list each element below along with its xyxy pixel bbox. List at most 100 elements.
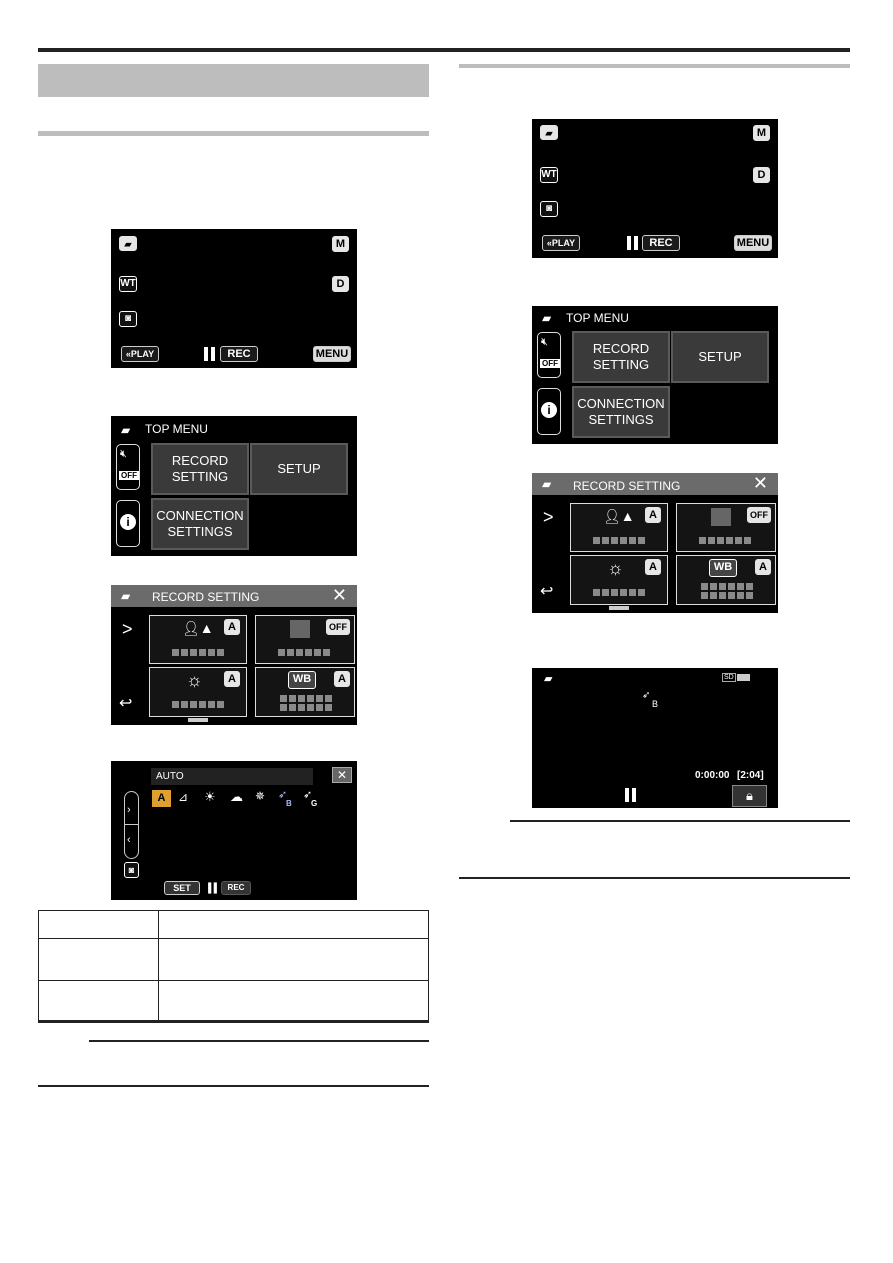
video-mode-icon[interactable]: ▰ [119, 236, 137, 251]
next-page-button[interactable]: > [122, 619, 133, 640]
off-badge: OFF [119, 471, 139, 480]
backlight-tile[interactable]: OFF [255, 615, 355, 664]
camera-live-screen: ▰ M WT D ◙ «PLAY REC MENU [111, 229, 357, 368]
label-placeholder [280, 695, 338, 711]
sd-card-icon: SD [722, 673, 736, 682]
backlight-icon [290, 620, 310, 638]
wb-auto-option[interactable]: A [152, 790, 171, 807]
silent-mode-toggle[interactable]: 🔇︎ OFF [116, 444, 140, 490]
camera-icon[interactable]: ◙ [124, 862, 139, 878]
white-balance-tile[interactable]: WB A [676, 555, 776, 605]
rec-button[interactable]: REC [221, 881, 251, 895]
setup-tile[interactable]: SETUP [671, 331, 769, 383]
sunshine-icon[interactable]: ☀ [204, 789, 216, 805]
auto-badge: A [755, 559, 771, 575]
video-mode-icon: ▰ [544, 673, 553, 685]
next-page-button[interactable]: > [543, 507, 554, 528]
camera-icon[interactable]: ◙ [119, 311, 137, 327]
table-cell [158, 910, 429, 939]
camera-icon[interactable]: ◙ [540, 201, 558, 217]
info-button[interactable]: i [537, 388, 561, 435]
record-setting-tile[interactable]: RECORD SETTING [572, 331, 670, 383]
display-button[interactable]: D [753, 167, 770, 183]
recording-screen: ▰ ➶ B SD 0:00:00 [2:04] 🔒︎ [532, 668, 778, 808]
brightness-icon: ☼ [607, 558, 624, 578]
close-icon[interactable]: ✕ [753, 473, 768, 494]
close-icon[interactable]: ✕ [332, 585, 347, 606]
scene-select-tile[interactable]: 👤︎▲ A [149, 615, 247, 664]
scene-icon: 👤︎▲ [603, 508, 635, 524]
white-balance-screen: AUTO ✕ A ⊿ ☀ ☁ ✵ ➶ B ➶ G › ‹ ◙ SET REC [111, 761, 357, 900]
record-setting-title: RECORD SETTING [573, 479, 681, 493]
cloud-icon[interactable]: ☁ [230, 789, 243, 805]
page-indicator [188, 718, 208, 722]
scene-icon: 👤︎▲ [182, 620, 214, 636]
setup-tile[interactable]: SETUP [250, 443, 348, 495]
memo-top-rule [89, 1040, 429, 1042]
set-button[interactable]: SET [164, 881, 200, 895]
wb-icon: WB [709, 559, 737, 577]
video-camera-icon: ▰ [542, 311, 552, 325]
play-button[interactable]: «PLAY [121, 346, 159, 362]
scroll-right-button[interactable]: › [127, 804, 131, 816]
wt-button[interactable]: WT [119, 276, 137, 292]
halogen-icon[interactable]: ✵ [255, 789, 265, 803]
manual-mode-button[interactable]: M [332, 236, 349, 252]
connection-settings-tile[interactable]: CONNECTION SETTINGS [151, 498, 249, 550]
camera-live-screen: ▰ M WT D ◙ «PLAY REC MENU [532, 119, 778, 258]
top-menu-title: TOP MENU [566, 311, 629, 325]
table-cell [158, 938, 429, 981]
backlight-icon [711, 508, 731, 526]
back-button[interactable]: ↩ [540, 581, 553, 601]
memo-top-rule [510, 820, 850, 822]
label-placeholder [278, 649, 330, 656]
brightness-tile[interactable]: ☼ A [570, 555, 668, 605]
rec-button[interactable]: REC [220, 346, 258, 362]
info-icon: i [120, 514, 136, 530]
video-camera-icon: ▰ [542, 477, 552, 491]
connection-settings-tile[interactable]: CONNECTION SETTINGS [572, 386, 670, 438]
rec-button[interactable]: REC [642, 235, 680, 251]
scene-select-tile[interactable]: 👤︎▲ A [570, 503, 668, 552]
wb-indicator-label: B [652, 699, 659, 709]
display-button[interactable]: D [332, 276, 349, 292]
close-button[interactable]: ✕ [332, 767, 352, 783]
fluorescent-icon[interactable]: ⊿ [178, 790, 188, 804]
marine-blue-icon: ➶ [642, 690, 651, 701]
back-button[interactable]: ↩ [119, 693, 132, 713]
menu-button[interactable]: MENU [734, 235, 772, 251]
info-button[interactable]: i [116, 500, 140, 547]
manual-mode-button[interactable]: M [753, 125, 770, 141]
video-camera-icon: ▰ [121, 423, 131, 437]
options-table [38, 910, 429, 1023]
silent-mode-toggle[interactable]: 🔇︎ OFF [537, 332, 561, 378]
video-mode-icon[interactable]: ▰ [540, 125, 558, 140]
brightness-tile[interactable]: ☼ A [149, 667, 247, 717]
remaining-time: [2:04] [737, 770, 764, 781]
menu-button[interactable]: MENU [313, 346, 351, 362]
table-row [38, 980, 429, 1022]
silent-icon: 🔇︎ [541, 336, 548, 348]
subsection-rule [38, 131, 429, 136]
white-balance-tile[interactable]: WB A [255, 667, 355, 717]
wt-button[interactable]: WT [540, 167, 558, 183]
record-setting-tile[interactable]: RECORD SETTING [151, 443, 249, 495]
scroll-divider [125, 824, 138, 825]
play-button[interactable]: «PLAY [542, 235, 580, 251]
pause-icon [208, 882, 217, 894]
record-setting-screen: ▰ RECORD SETTING ✕ > ↩ 👤︎▲ A OFF ☼ A WB … [532, 473, 778, 613]
auto-badge: A [334, 671, 350, 687]
auto-badge: A [224, 671, 240, 687]
label-placeholder [172, 649, 224, 656]
off-badge: OFF [747, 507, 771, 523]
lock-button[interactable]: 🔒︎ [732, 785, 767, 807]
top-menu-screen: ▰ TOP MENU 🔇︎ OFF i RECORD SETTING SETUP… [111, 416, 357, 556]
selected-option-label: AUTO [151, 768, 313, 785]
table-cell [38, 980, 159, 1022]
scroll-left-button[interactable]: ‹ [127, 834, 131, 846]
top-menu-screen: ▰ TOP MENU 🔇︎ OFF i RECORD SETTING SETUP… [532, 306, 778, 444]
subsection-rule [459, 64, 850, 68]
label-placeholder [593, 589, 645, 596]
marine-green-label: G [311, 799, 318, 808]
backlight-tile[interactable]: OFF [676, 503, 776, 552]
